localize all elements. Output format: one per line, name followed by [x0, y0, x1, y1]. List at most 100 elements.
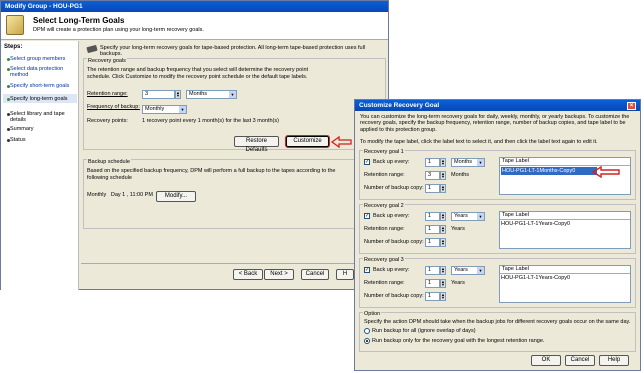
arrow-icon — [330, 136, 352, 148]
copies-spinner-1[interactable]: ▲ ▼ — [440, 184, 446, 193]
backup-every-unit-2[interactable]: Years ▼ — [451, 212, 485, 221]
backup-every-spinner-3[interactable]: ▲ ▼ — [440, 266, 446, 275]
step-library-details[interactable]: Select library and tape details — [7, 111, 78, 123]
step-pending-icon — [7, 128, 10, 131]
customize-button[interactable]: Customize — [285, 135, 330, 148]
backup-every-unit-1[interactable]: Months ▼ — [451, 158, 485, 167]
step-current-icon — [7, 98, 10, 101]
retention-spinner-3[interactable]: ▲ ▼ — [440, 279, 446, 288]
copies-input-3[interactable]: 1 — [425, 292, 440, 301]
retention-input-1[interactable]: 3 — [425, 171, 440, 180]
chevron-down-icon: ▼ — [477, 213, 484, 220]
step-long-term-goals[interactable]: Specify long-term goals — [7, 96, 67, 102]
retention-label-2: Retention range: — [364, 226, 405, 232]
tape-label-header-1: Tape Label — [500, 158, 630, 166]
dialog-help-button[interactable]: Help — [599, 355, 629, 366]
tape-label-item-3[interactable]: HOU-PG1-LT-1Years-Copy0 — [500, 274, 630, 282]
copies-input-1[interactable]: 1 — [425, 184, 440, 193]
step-done-icon — [7, 85, 10, 88]
step-pending-icon — [7, 139, 10, 142]
chevron-down-icon: ▼ — [477, 159, 484, 166]
backup-every-input-1[interactable]: 1 — [425, 158, 440, 167]
next-button[interactable]: Next > — [264, 269, 294, 280]
copies-spinner-3[interactable]: ▲ ▼ — [440, 292, 446, 301]
retention-input-3[interactable]: 1 — [425, 279, 440, 288]
copies-input-2[interactable]: 1 — [425, 238, 440, 247]
page-title: Select Long-Term Goals — [33, 16, 125, 25]
retention-unit-3: Years — [451, 280, 465, 286]
retention-range-spinner[interactable]: ▲ ▼ — [175, 90, 181, 99]
backup-every-spinner-2[interactable]: ▲ ▼ — [440, 212, 446, 221]
dialog-cancel-button[interactable]: Cancel — [565, 355, 595, 366]
intro-text: Specify your long-term recovery goals fo… — [100, 45, 366, 57]
footer-divider — [81, 263, 387, 264]
chevron-down-icon: ▼ — [179, 106, 186, 113]
step-status[interactable]: Status — [7, 137, 26, 143]
recovery-goal-3-legend: Recovery goal 3 — [363, 257, 405, 263]
tape-label-item-2[interactable]: HOU-PG1-LT-1Years-Copy0 — [500, 220, 630, 228]
tape-label-header-2: Tape Label — [500, 212, 630, 220]
retention-label-1: Retention range: — [364, 172, 405, 178]
frequency-select[interactable]: Monthly ▼ — [142, 105, 187, 114]
backup-every-checkbox-2[interactable]: ✓ — [364, 213, 370, 219]
retention-range-input[interactable]: 3 — [142, 90, 175, 99]
wizard-icon — [6, 15, 24, 35]
run-all-radio[interactable] — [364, 328, 370, 334]
recovery-goal-2-legend: Recovery goal 2 — [363, 203, 405, 209]
close-icon[interactable]: × — [627, 101, 636, 110]
main-title-bar: Modify Group - HOU-PG1 — [1, 1, 388, 12]
dialog-title: Customize Recovery Goal — [359, 102, 440, 109]
chevron-down-icon: ▼ — [229, 91, 236, 98]
backup-every-label-2: Back up every: — [373, 213, 410, 219]
backup-every-label-3: Back up every: — [373, 267, 410, 273]
backup-schedule-legend: Backup schedule — [87, 159, 131, 165]
retention-unit-2: Years — [451, 226, 465, 232]
retention-spinner-1[interactable]: ▲ ▼ — [440, 171, 446, 180]
dialog-intro: You can customize the long-term recovery… — [360, 114, 630, 133]
backup-every-label-1: Back up every: — [373, 159, 410, 165]
step-short-term-goals[interactable]: Specify short-term goals — [7, 83, 69, 89]
retention-range-label: Retention range: — [87, 91, 128, 97]
step-done-icon — [7, 68, 10, 71]
tape-label-list-2[interactable]: Tape Label HOU-PG1-LT-1Years-Copy0 — [499, 211, 631, 249]
modify-button[interactable]: Modify... — [156, 191, 196, 202]
header-panel: Select Long-Term Goals DPM will create a… — [1, 12, 388, 40]
customize-recovery-goal-dialog: Customize Recovery Goal × You can custom… — [354, 99, 641, 371]
help-button[interactable]: H — [336, 269, 354, 280]
retention-unit-1: Months — [451, 172, 470, 178]
copies-label-3: Number of backup copy: — [364, 293, 424, 299]
frequency-label: Frequency of backup: — [87, 104, 140, 110]
backup-every-checkbox-1[interactable]: ✓ — [364, 159, 370, 165]
retention-spinner-2[interactable]: ▲ ▼ — [440, 225, 446, 234]
recovery-goal-1-legend: Recovery goal 1 — [363, 149, 405, 155]
copies-label-1: Number of backup copy: — [364, 185, 424, 191]
back-button[interactable]: < Back — [233, 269, 263, 280]
ok-button[interactable]: OK — [531, 355, 561, 366]
backup-every-spinner-1[interactable]: ▲ ▼ — [440, 158, 446, 167]
backup-every-unit-3[interactable]: Years ▼ — [451, 266, 485, 275]
steps-panel: Steps: Select group members Select data … — [1, 41, 79, 290]
backup-every-checkbox-3[interactable]: ✓ — [364, 267, 370, 273]
tape-icon — [86, 44, 98, 54]
option-description: Specify the action DPM should take when … — [364, 319, 631, 325]
backup-every-input-3[interactable]: 1 — [425, 266, 440, 275]
tape-label-item-1[interactable]: HOU-PG1-LT-1Months-Copy0 — [501, 167, 597, 175]
step-select-method[interactable]: Select data protection method — [7, 66, 76, 78]
chevron-down-icon: ▼ — [477, 267, 484, 274]
dialog-modify-hint: To modify the tape label, click the labe… — [360, 139, 598, 145]
step-summary[interactable]: Summary — [7, 126, 34, 132]
run-longest-radio[interactable] — [364, 338, 370, 344]
retention-unit-select[interactable]: Months ▼ — [186, 90, 237, 99]
arrow-icon — [591, 166, 620, 178]
retention-input-2[interactable]: 1 — [425, 225, 440, 234]
step-pending-icon — [7, 113, 10, 116]
copies-spinner-2[interactable]: ▲ ▼ — [440, 238, 446, 247]
recovery-goals-legend: Recovery goals — [87, 58, 127, 64]
option-legend: Option — [363, 311, 382, 317]
restore-defaults-button[interactable]: Restore Defaults — [234, 136, 279, 153]
cancel-button[interactable]: Cancel — [301, 269, 329, 280]
step-select-group-members[interactable]: Select group members — [7, 56, 65, 62]
run-longest-label: Run backup only for the recovery goal wi… — [372, 338, 545, 344]
backup-every-input-2[interactable]: 1 — [425, 212, 440, 221]
tape-label-list-3[interactable]: Tape Label HOU-PG1-LT-1Years-Copy0 — [499, 265, 631, 303]
